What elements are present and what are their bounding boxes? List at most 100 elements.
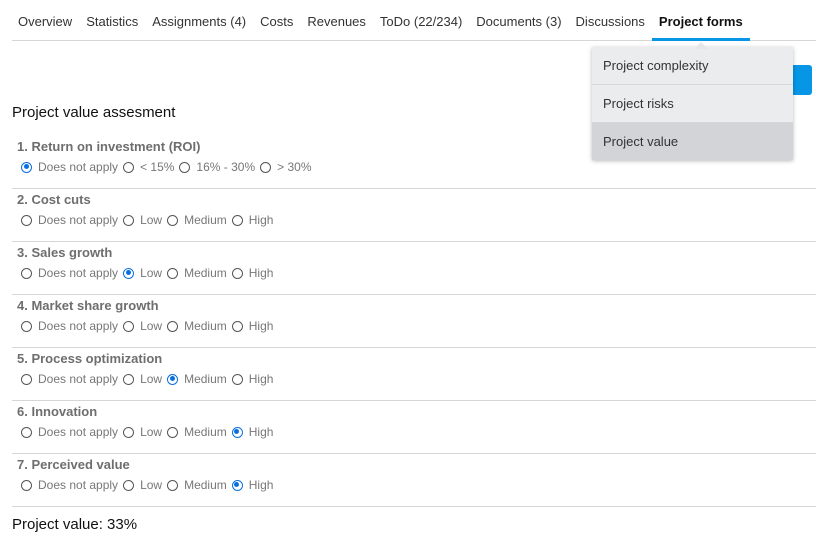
radio-option-label: Medium <box>184 266 227 280</box>
question-row: 5. Process optimization Does not apply Low… <box>12 348 816 401</box>
radio-option[interactable]: High <box>231 372 274 386</box>
radio-option[interactable]: High <box>231 478 274 492</box>
radio-option[interactable]: Does not apply <box>21 266 118 280</box>
radio-unchecked-icon[interactable] <box>21 214 32 226</box>
radio-group: Does not apply Low Medium High <box>21 213 278 227</box>
radio-checked-icon[interactable] <box>21 161 32 173</box>
radio-option-label: High <box>248 372 274 386</box>
tab-revenues[interactable]: Revenues <box>300 0 373 40</box>
radio-option[interactable]: > 30% <box>260 160 311 174</box>
tab-overview[interactable]: Overview <box>12 0 79 40</box>
radio-option-label: Does not apply <box>38 266 119 280</box>
radio-option-label: Medium <box>184 478 227 492</box>
radio-option-label: Medium <box>184 319 227 333</box>
radio-checked-icon[interactable] <box>123 267 135 279</box>
radio-option[interactable]: High <box>231 266 274 280</box>
radio-option[interactable]: Low <box>123 425 162 439</box>
tab-statistics[interactable]: Statistics <box>79 0 145 40</box>
radio-unchecked-icon[interactable] <box>123 320 135 332</box>
radio-option[interactable]: Low <box>123 372 162 386</box>
radio-option-label: Medium <box>184 372 227 386</box>
radio-unchecked-icon[interactable] <box>21 320 32 332</box>
radio-unchecked-icon[interactable] <box>167 267 179 279</box>
radio-option[interactable]: Does not apply <box>21 372 118 386</box>
radio-checked-icon[interactable] <box>231 479 243 491</box>
radio-option[interactable]: Medium <box>167 213 227 227</box>
tab-assignments-4[interactable]: Assignments (4) <box>145 0 253 40</box>
radio-unchecked-icon[interactable] <box>167 479 179 491</box>
dropdown-item-project-risks[interactable]: Project risks <box>592 85 793 123</box>
radio-option[interactable]: Does not apply <box>21 319 118 333</box>
radio-option[interactable]: Low <box>123 478 162 492</box>
radio-option[interactable]: 16% - 30% <box>179 160 255 174</box>
question-list: 1. Return on investment (ROI) Does not ap… <box>12 136 816 507</box>
radio-option-label: Does not apply <box>38 372 119 386</box>
radio-option-label: 16% - 30% <box>196 160 256 174</box>
tab-project-forms[interactable]: Project forms <box>651 0 750 49</box>
radio-option-label: Low <box>140 478 163 492</box>
radio-option[interactable]: Low <box>123 319 162 333</box>
radio-unchecked-icon[interactable] <box>123 373 135 385</box>
radio-option[interactable]: Medium <box>167 425 227 439</box>
radio-group: Does not apply Low Medium High <box>21 478 278 492</box>
radio-unchecked-icon[interactable] <box>21 373 32 385</box>
radio-option[interactable]: Medium <box>167 478 227 492</box>
radio-option[interactable]: Does not apply <box>21 213 118 227</box>
radio-group: Does not apply Low Medium High <box>21 372 278 386</box>
radio-option[interactable]: < 15% <box>123 160 174 174</box>
radio-option-label: High <box>248 266 274 280</box>
question-row: 4. Market share growth Does not apply Low M… <box>12 295 816 348</box>
dropdown-item-project-complexity[interactable]: Project complexity <box>592 47 793 85</box>
question-label: 4. Market share growth <box>17 298 159 313</box>
radio-unchecked-icon[interactable] <box>21 426 32 438</box>
radio-group: Does not apply Low Medium High <box>21 266 278 280</box>
radio-unchecked-icon[interactable] <box>123 479 135 491</box>
radio-unchecked-icon[interactable] <box>21 267 32 279</box>
radio-unchecked-icon[interactable] <box>123 426 135 438</box>
radio-option[interactable]: Medium <box>167 319 227 333</box>
radio-option[interactable]: Medium <box>167 372 227 386</box>
project-value-total: Project value: 33% <box>12 516 138 533</box>
radio-unchecked-icon[interactable] <box>123 161 135 173</box>
tab-documents-3[interactable]: Documents (3) <box>469 0 568 40</box>
radio-unchecked-icon[interactable] <box>167 320 179 332</box>
radio-unchecked-icon[interactable] <box>231 214 243 226</box>
radio-option-label: High <box>248 213 274 227</box>
radio-unchecked-icon[interactable] <box>167 426 179 438</box>
radio-option-label: Medium <box>184 425 227 439</box>
radio-option[interactable]: High <box>231 425 273 439</box>
radio-unchecked-icon[interactable] <box>179 161 191 173</box>
radio-unchecked-icon[interactable] <box>167 214 179 226</box>
radio-option[interactable]: High <box>231 319 273 333</box>
question-label: 1. Return on investment (ROI) <box>17 139 201 154</box>
radio-group: Does not apply < 15% 16% - 30% > 30% <box>21 160 316 174</box>
radio-option[interactable]: Medium <box>167 266 227 280</box>
radio-checked-icon[interactable] <box>167 373 179 385</box>
radio-option-label: Does not apply <box>38 319 119 333</box>
radio-option[interactable]: Does not apply <box>21 478 118 492</box>
tab-costs[interactable]: Costs <box>253 0 300 40</box>
radio-option-label: High <box>248 478 274 492</box>
radio-option-label: Does not apply <box>38 425 119 439</box>
radio-option[interactable]: Does not apply <box>21 160 118 174</box>
question-row: 7. Perceived value Does not apply Low Mediu… <box>12 454 816 507</box>
question-row: 3. Sales growth Does not apply Low Medium Hi… <box>12 242 816 295</box>
tab-discussions[interactable]: Discussions <box>569 0 652 40</box>
tab-todo-22-234[interactable]: ToDo (22/234) <box>373 0 469 40</box>
radio-option[interactable]: Low <box>123 266 162 280</box>
question-label: 6. Innovation <box>17 404 98 419</box>
question-row: 2. Cost cuts Does not apply Low Medium High <box>12 189 816 242</box>
radio-unchecked-icon[interactable] <box>260 161 272 173</box>
radio-unchecked-icon[interactable] <box>231 320 243 332</box>
radio-option-label: Low <box>140 213 163 227</box>
radio-option[interactable]: High <box>231 213 274 227</box>
dropdown-item-project-value[interactable]: Project value <box>592 123 793 160</box>
radio-unchecked-icon[interactable] <box>231 373 243 385</box>
radio-checked-icon[interactable] <box>231 426 243 438</box>
radio-option[interactable]: Low <box>123 213 162 227</box>
radio-unchecked-icon[interactable] <box>21 479 32 491</box>
radio-unchecked-icon[interactable] <box>231 267 243 279</box>
project-forms-dropdown: Project complexity Project risks Project v… <box>592 47 793 160</box>
radio-unchecked-icon[interactable] <box>123 214 135 226</box>
radio-option[interactable]: Does not apply <box>21 425 118 439</box>
